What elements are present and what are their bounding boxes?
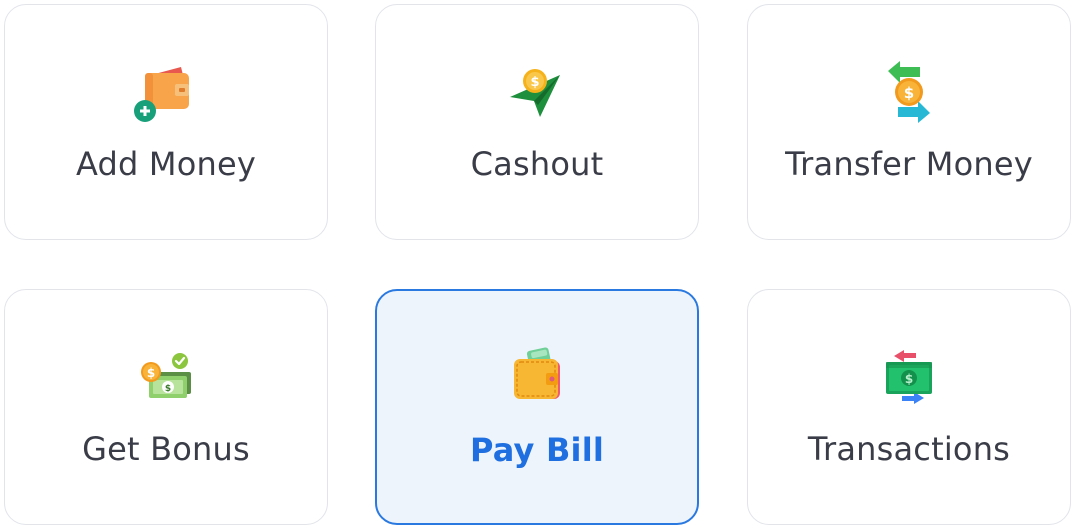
- svg-text:$: $: [904, 84, 914, 102]
- transfer-money-label: Transfer Money: [785, 145, 1033, 183]
- add-money-card[interactable]: Add Money: [4, 4, 328, 240]
- add-money-label: Add Money: [75, 145, 257, 183]
- get-bonus-card[interactable]: $ $ Get Bonus: [4, 289, 328, 525]
- services-grid: Add Money $ Cashout $ Transfer Money $ $…: [0, 0, 1072, 530]
- bonus-cash-icon: $ $: [131, 342, 201, 412]
- get-bonus-label: Get Bonus: [82, 430, 250, 468]
- pay-bill-card[interactable]: Pay Bill: [375, 289, 699, 525]
- svg-text:$: $: [147, 366, 155, 380]
- wallet-plus-icon: [131, 57, 201, 127]
- svg-text:$: $: [905, 372, 913, 386]
- pay-bill-label: Pay Bill: [469, 431, 605, 469]
- cashout-label: Cashout: [470, 145, 604, 183]
- svg-text:$: $: [165, 384, 171, 394]
- banknote-exchange-icon: $: [874, 342, 944, 412]
- money-transfer-icon: $: [874, 57, 944, 127]
- cashout-card[interactable]: $ Cashout: [375, 4, 699, 240]
- svg-text:$: $: [530, 75, 539, 90]
- cash-send-icon: $: [502, 57, 572, 127]
- transactions-label: Transactions: [807, 430, 1011, 468]
- transactions-card[interactable]: $ Transactions: [747, 289, 1071, 525]
- transfer-money-card[interactable]: $ Transfer Money: [747, 4, 1071, 240]
- wallet-icon: [502, 343, 572, 413]
